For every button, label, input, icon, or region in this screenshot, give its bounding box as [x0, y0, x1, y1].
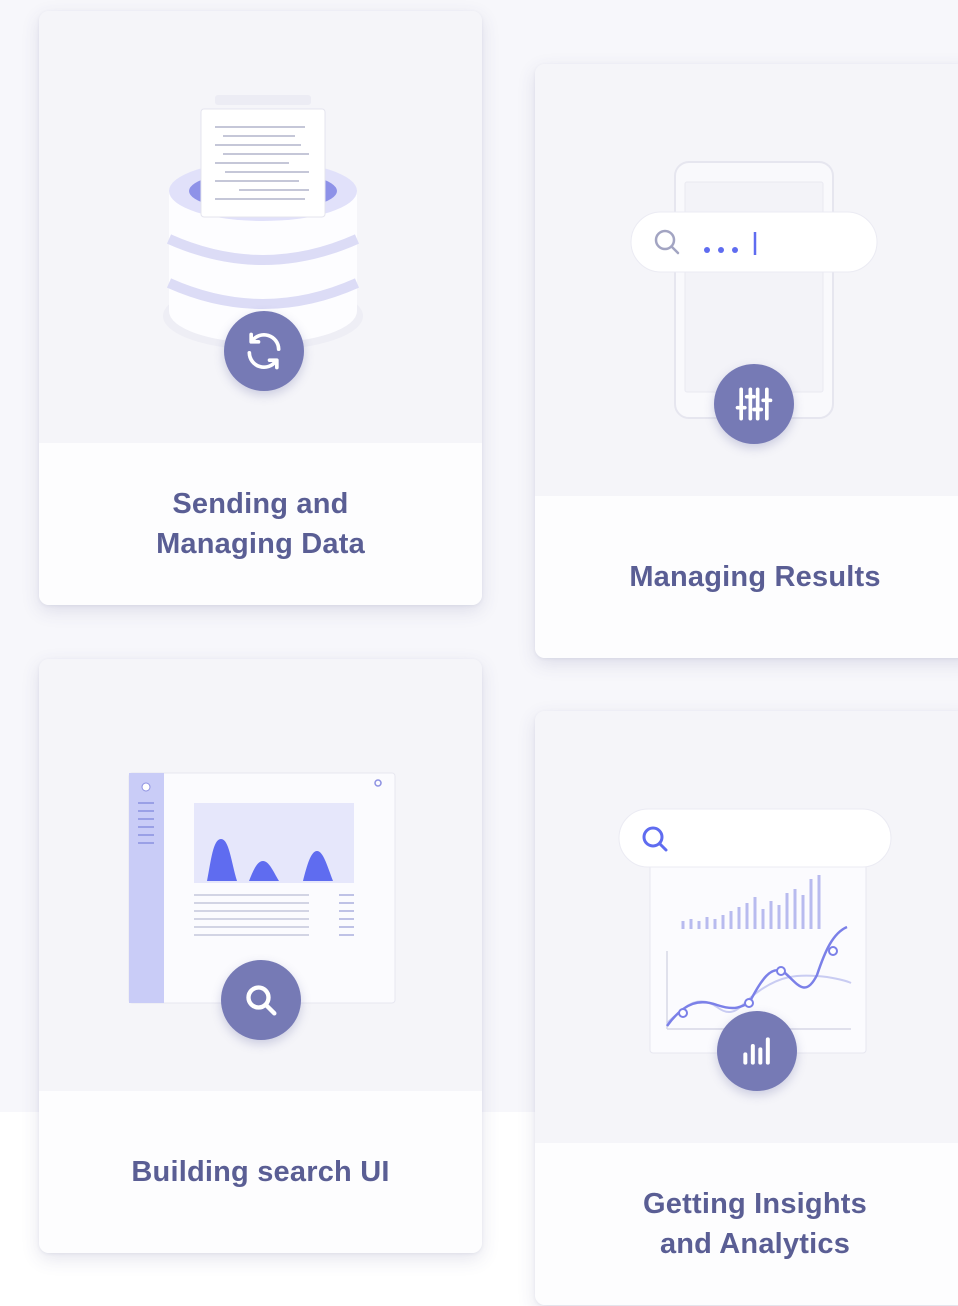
card-label-area: Sending and Managing Data: [39, 443, 482, 605]
bar-chart-icon: [717, 1011, 797, 1091]
card-title: Managing Results: [629, 561, 881, 593]
card-managing-results[interactable]: Managing Results: [535, 64, 958, 658]
card-building-search-ui[interactable]: Building search UI: [39, 659, 482, 1253]
card-getting-insights-analytics[interactable]: Getting Insights and Analytics: [535, 711, 958, 1305]
card-sending-managing-data[interactable]: Sending and Managing Data: [39, 11, 482, 605]
card-label-area: Managing Results: [535, 496, 958, 658]
card-title: Sending and Managing Data: [156, 488, 365, 560]
search-icon: [221, 960, 301, 1040]
sync-icon: [224, 311, 304, 391]
card-label-area: Building search UI: [39, 1091, 482, 1253]
sliders-icon: [714, 364, 794, 444]
card-title: Building search UI: [131, 1156, 390, 1188]
card-title: Getting Insights and Analytics: [643, 1188, 867, 1260]
card-label-area: Getting Insights and Analytics: [535, 1143, 958, 1305]
